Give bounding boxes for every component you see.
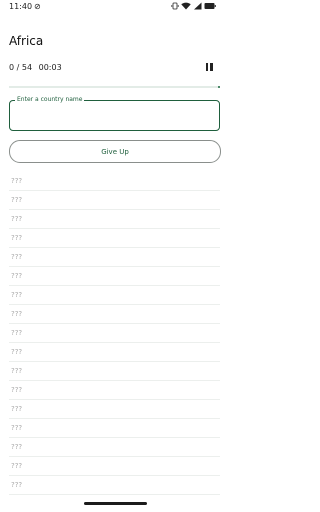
answer-placeholder: ??? [11, 177, 23, 185]
answer-row: ??? [9, 248, 220, 267]
answered-count: 0 / 54 [9, 63, 33, 72]
progress-bar [9, 85, 220, 88]
answer-placeholder: ??? [11, 443, 23, 451]
answer-row: ??? [9, 229, 220, 248]
answer-row: ??? [9, 343, 220, 362]
answer-placeholder: ??? [11, 310, 23, 318]
answer-placeholder: ??? [11, 386, 23, 394]
answer-placeholder: ??? [11, 481, 23, 489]
answer-row: ??? [9, 362, 220, 381]
answer-placeholder: ??? [11, 329, 23, 337]
wifi-icon [181, 2, 191, 10]
answer-row: ??? [9, 438, 220, 457]
answer-row: ??? [9, 324, 220, 343]
answer-list: ????????????????????????????????????????… [0, 172, 230, 495]
answer-placeholder: ??? [11, 462, 23, 470]
home-indicator[interactable] [84, 502, 147, 505]
answer-row: ??? [9, 172, 220, 191]
battery-icon [204, 3, 216, 9]
country-input-label: Enter a country name [15, 95, 85, 104]
answer-row: ??? [9, 419, 220, 438]
answer-row: ??? [9, 476, 220, 495]
page-title: Africa [9, 34, 44, 48]
answer-placeholder: ??? [11, 348, 23, 356]
answer-row: ??? [9, 286, 220, 305]
pause-icon [205, 63, 208, 71]
answer-placeholder: ??? [11, 405, 23, 413]
answer-placeholder: ??? [11, 234, 23, 242]
quiz-progress: 0 / 54 00:03 [9, 63, 66, 72]
answer-placeholder: ??? [11, 272, 23, 280]
answer-row: ??? [9, 457, 220, 476]
progress-bar-end [217, 85, 220, 88]
country-input[interactable]: Enter a country name [9, 95, 220, 131]
answer-placeholder: ??? [11, 215, 23, 223]
answer-placeholder: ??? [11, 424, 23, 432]
status-time: 11:40 [9, 2, 33, 11]
signal-icon [194, 2, 202, 10]
answer-row: ??? [9, 381, 220, 400]
status-icons [171, 2, 216, 10]
elapsed-timer: 00:03 [38, 63, 62, 72]
answer-row: ??? [9, 210, 220, 229]
answer-placeholder: ??? [11, 291, 23, 299]
do-not-disturb-icon: ⊘ [34, 2, 41, 11]
status-bar: 11:40 ⊘ [0, 0, 230, 14]
answer-row: ??? [9, 305, 220, 324]
answer-placeholder: ??? [11, 253, 23, 261]
give-up-button[interactable]: Give Up [9, 140, 221, 163]
pause-button[interactable] [204, 62, 214, 73]
answer-placeholder: ??? [11, 367, 23, 375]
answer-row: ??? [9, 191, 220, 210]
vibrate-icon [171, 2, 179, 10]
answer-row: ??? [9, 267, 220, 286]
answer-row: ??? [9, 400, 220, 419]
answer-placeholder: ??? [11, 196, 23, 204]
